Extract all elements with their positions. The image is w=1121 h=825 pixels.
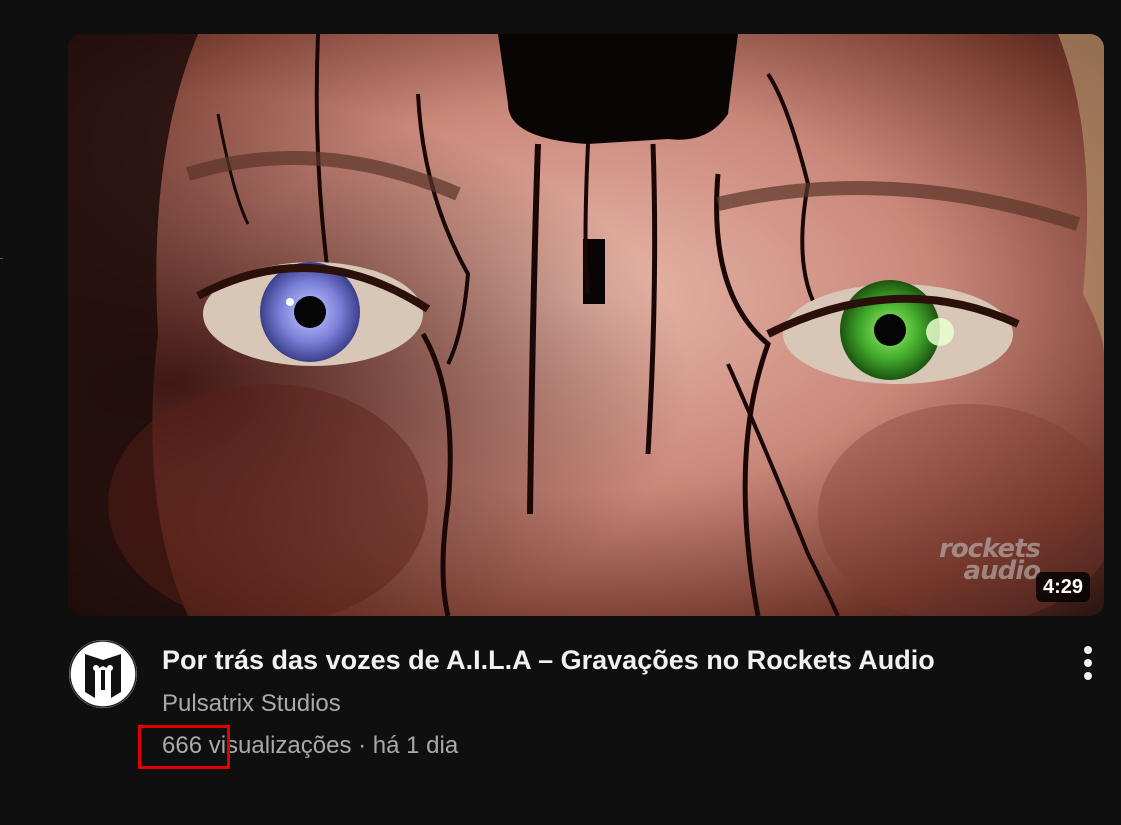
channel-avatar[interactable] <box>69 640 137 708</box>
face-image <box>68 34 1104 616</box>
meta-separator: · <box>351 732 373 759</box>
more-vert-icon <box>1084 646 1092 680</box>
pulsatrix-logo-icon <box>69 640 137 708</box>
video-card-page: rockets audio 4:29 Por trás das vozes de… <box>0 0 1121 825</box>
video-metadata: 666 visualizações · há 1 dia <box>162 730 458 762</box>
more-actions-button[interactable] <box>1070 642 1106 684</box>
view-count: 666 visualizações <box>162 732 352 759</box>
video-thumbnail[interactable]: rockets audio 4:29 <box>68 34 1104 616</box>
channel-name[interactable]: Pulsatrix Studios <box>162 688 341 720</box>
video-title[interactable]: Por trás das vozes de A.I.L.A – Gravaçõe… <box>162 642 935 678</box>
duration-badge: 4:29 <box>1035 572 1090 602</box>
thumbnail-watermark: rockets audio <box>939 536 1041 584</box>
upload-age: há 1 dia <box>372 732 459 759</box>
edge-tick <box>0 258 3 259</box>
